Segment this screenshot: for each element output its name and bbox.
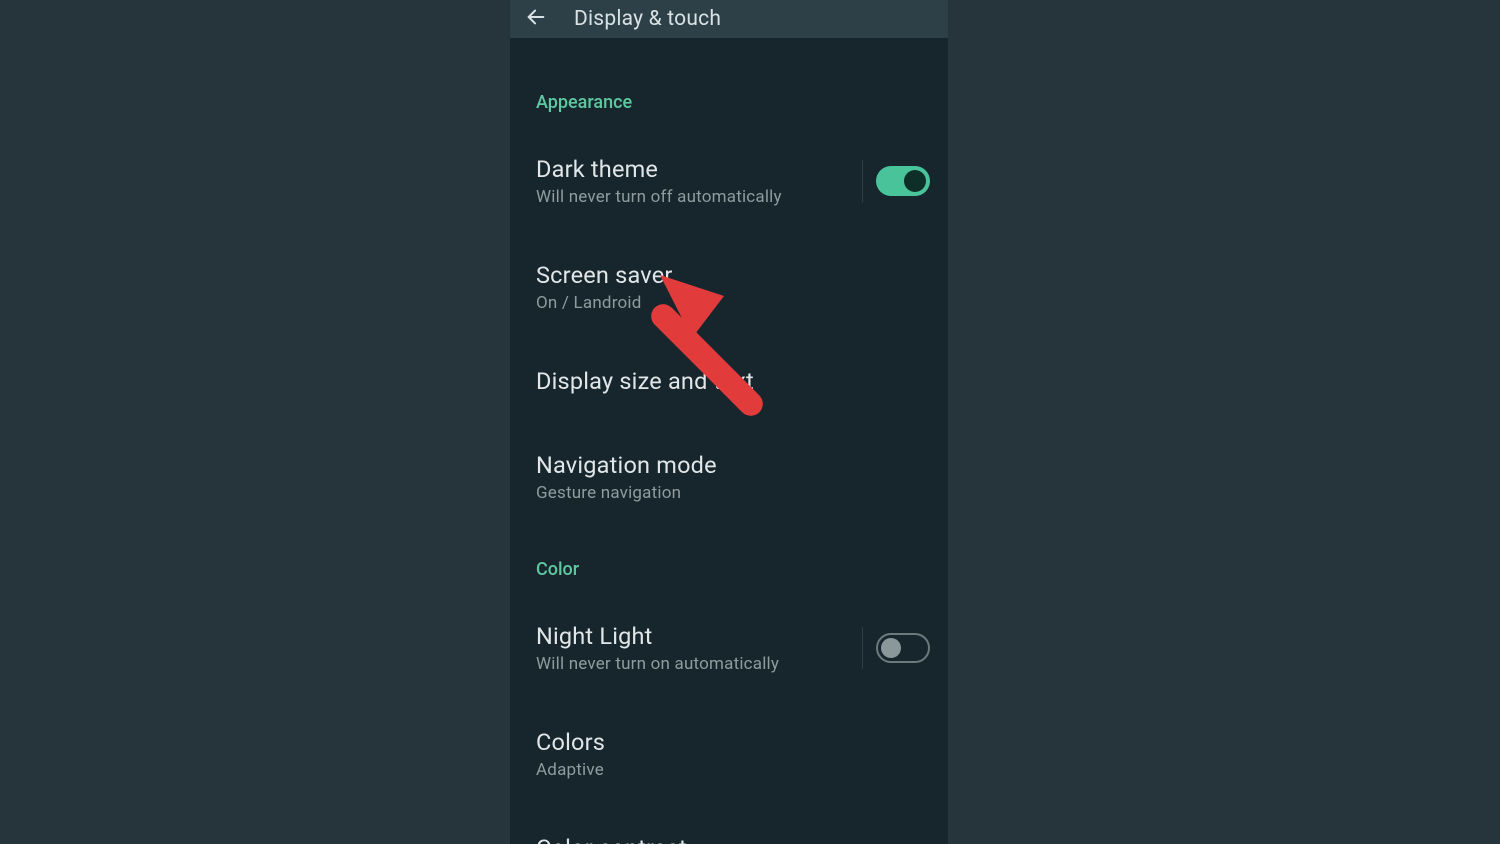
row-navigation-mode[interactable]: Navigation mode Gesture navigation — [510, 395, 948, 503]
arrow-left-icon — [525, 6, 547, 32]
section-header-appearance: Appearance — [510, 38, 948, 113]
row-color-contrast[interactable]: Color contrast Default — [510, 780, 948, 844]
colors-subtitle: Adaptive — [536, 760, 930, 780]
dark-theme-subtitle: Will never turn off automatically — [536, 187, 854, 207]
dark-theme-title: Dark theme — [536, 155, 854, 183]
color-contrast-title: Color contrast — [536, 834, 930, 844]
row-night-light[interactable]: Night Light Will never turn on automatic… — [510, 580, 948, 674]
top-app-bar: Display & touch — [510, 0, 948, 38]
display-size-text-title: Display size and text — [536, 367, 930, 395]
page-title: Display & touch — [574, 7, 721, 31]
night-light-toggle[interactable] — [876, 633, 930, 663]
navigation-mode-subtitle: Gesture navigation — [536, 483, 930, 503]
row-dark-theme[interactable]: Dark theme Will never turn off automatic… — [510, 113, 948, 207]
colors-title: Colors — [536, 728, 930, 756]
row-colors[interactable]: Colors Adaptive — [510, 674, 948, 780]
navigation-mode-title: Navigation mode — [536, 451, 930, 479]
settings-content: Appearance Dark theme Will never turn of… — [510, 38, 948, 844]
row-screen-saver[interactable]: Screen saver On / Landroid — [510, 207, 948, 313]
dark-theme-toggle[interactable] — [876, 166, 930, 196]
night-light-switch-container — [862, 633, 930, 663]
section-header-color: Color — [510, 503, 948, 580]
dark-theme-switch-container — [862, 166, 930, 196]
back-button[interactable] — [522, 5, 550, 33]
row-display-size-text[interactable]: Display size and text — [510, 313, 948, 395]
screen-saver-subtitle: On / Landroid — [536, 293, 930, 313]
settings-screen: Display & touch Appearance Dark theme Wi… — [510, 0, 948, 844]
screen-saver-title: Screen saver — [536, 261, 930, 289]
night-light-title: Night Light — [536, 622, 854, 650]
night-light-subtitle: Will never turn on automatically — [536, 654, 854, 674]
